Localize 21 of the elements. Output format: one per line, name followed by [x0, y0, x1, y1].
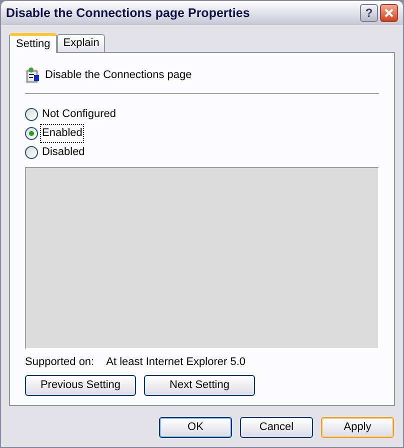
supported-value: At least Internet Explorer 5.0	[106, 354, 246, 370]
nav-button[interactable]: Previous Setting	[25, 375, 136, 396]
radio-button[interactable]	[25, 146, 38, 159]
tab[interactable]: Explain	[57, 34, 106, 52]
window-title: Disable the Connections page Properties	[6, 4, 251, 22]
radio-button[interactable]	[25, 108, 38, 121]
radio-option[interactable]: Disabled	[25, 144, 379, 161]
dialog-button[interactable]: Apply	[321, 417, 394, 438]
radio-option[interactable]: Enabled	[25, 125, 379, 142]
radio-button[interactable]	[25, 127, 38, 140]
nav-button[interactable]: Next Setting	[144, 375, 255, 396]
close-button[interactable]	[380, 4, 398, 22]
policy-name: Disable the Connections page	[45, 68, 192, 83]
dialog-button[interactable]: OK	[159, 417, 232, 438]
tab[interactable]: Setting	[9, 33, 58, 53]
policy-icon	[25, 67, 41, 83]
dialog-button[interactable]: Cancel	[240, 417, 313, 438]
close-icon	[384, 8, 394, 18]
radio-option[interactable]: Not Configured	[25, 106, 379, 123]
supported-label: Supported on:	[25, 354, 94, 370]
help-button[interactable]: ?	[360, 4, 378, 22]
